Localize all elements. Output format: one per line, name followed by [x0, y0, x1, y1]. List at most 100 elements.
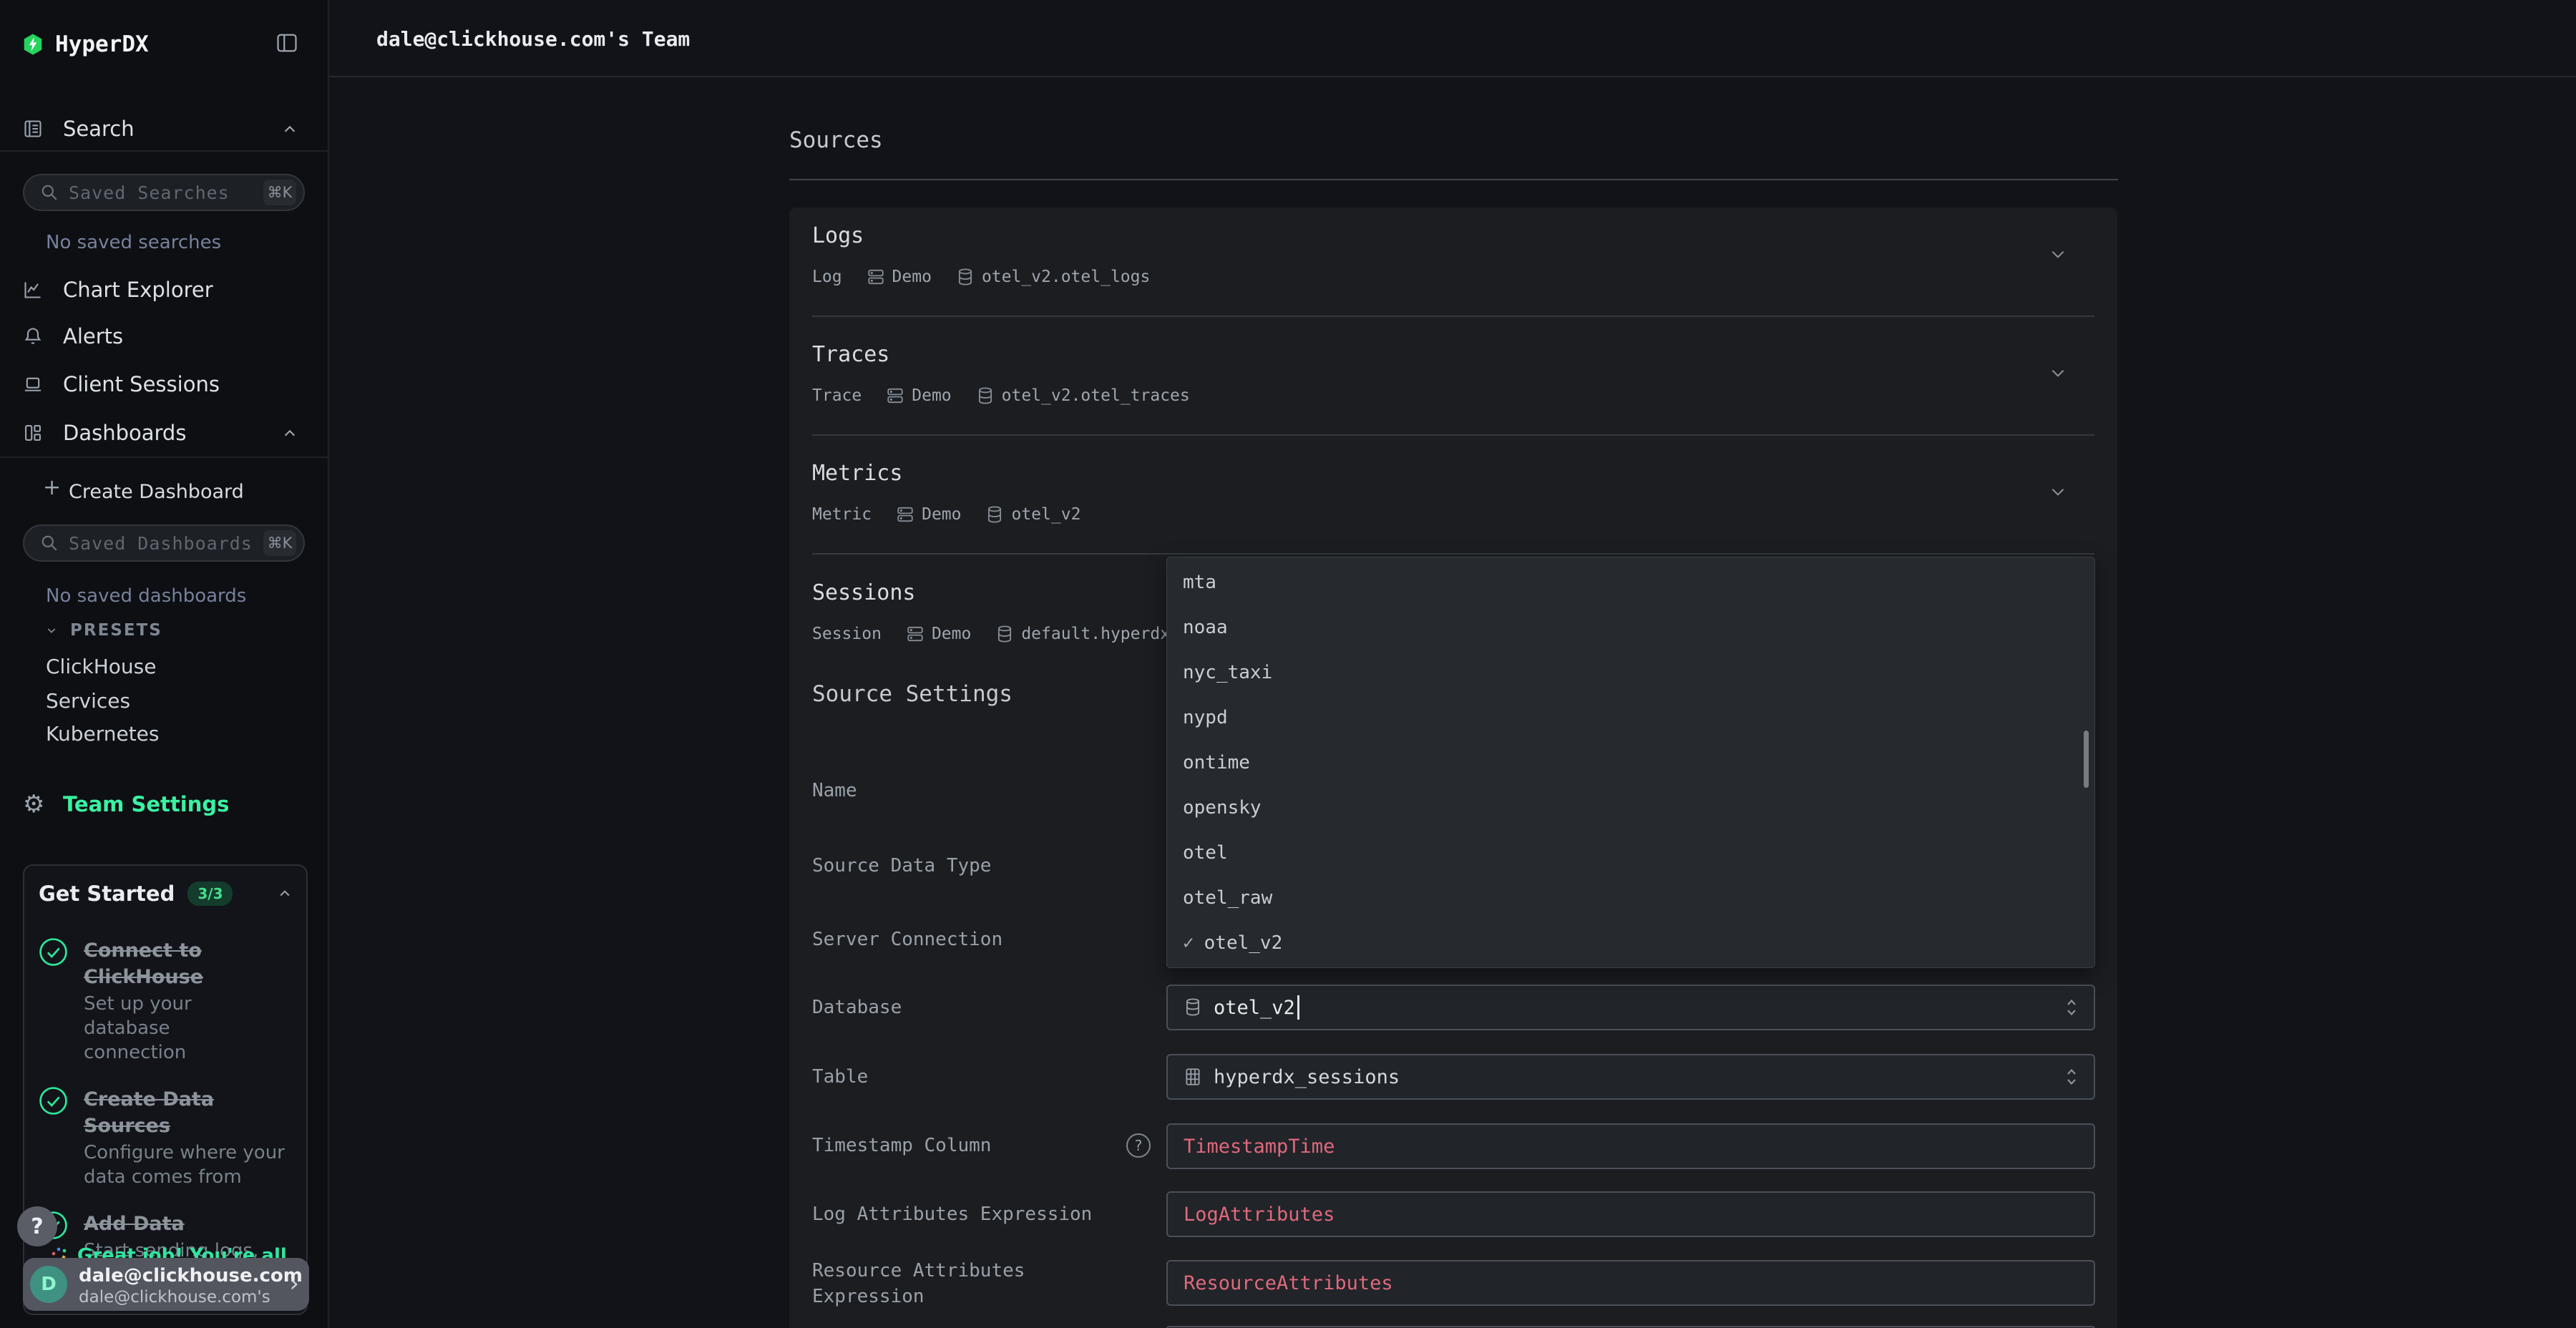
section-meta-logs[interactable]: Log Demo otel_v2.otel_logs [812, 268, 1150, 286]
help-button[interactable]: ? [17, 1206, 57, 1246]
sidebar-item-label: Alerts [63, 324, 123, 348]
sidebar-item-team-settings[interactable]: ⚙ Team Settings [0, 784, 329, 824]
plus-icon: + [43, 475, 61, 500]
saved-dashboards-input[interactable]: Saved Dashboards ⌘K [23, 524, 305, 562]
divider [812, 316, 2094, 317]
dropdown-option-otel-v2-selected[interactable]: ✓ otel_v2 [1167, 920, 2094, 965]
question-mark: ? [31, 1214, 43, 1239]
laptop-icon [23, 374, 43, 394]
server-icon [886, 386, 904, 405]
label-database: Database [812, 995, 902, 1020]
label-source-data-type: Source Data Type [812, 853, 991, 879]
search-icon [40, 183, 59, 202]
section-meta-traces[interactable]: Trace Demo otel_v2.otel_traces [812, 386, 1190, 405]
sidebar-item-dashboards[interactable]: Dashboards [0, 413, 329, 453]
dropdown-option-otel[interactable]: otel [1167, 830, 2094, 875]
search-list-icon [23, 119, 43, 139]
dropdown-scrollbar-thumb[interactable] [2084, 731, 2089, 788]
saved-searches-input[interactable]: Saved Searches ⌘K [23, 174, 305, 211]
chevron-down-icon[interactable] [2049, 245, 2067, 263]
get-started-item-title: Connect to ClickHouse [84, 937, 277, 990]
no-saved-searches-text: No saved searches [46, 232, 221, 253]
option-label: otel_raw [1183, 887, 1272, 909]
check-circle-icon [39, 937, 68, 1065]
team-settings-label: Team Settings [63, 792, 229, 816]
avatar: D [30, 1266, 67, 1303]
sidebar-item-search[interactable]: Search [0, 109, 329, 149]
teaser-text: Great job! You're all set! [77, 1245, 293, 1258]
sidebar-item-alerts[interactable]: Alerts [0, 316, 329, 356]
chevron-up-icon[interactable] [278, 887, 292, 901]
section-meta-metrics[interactable]: Metric Demo otel_v2 [812, 505, 1080, 524]
divider [812, 434, 2094, 436]
option-label: otel_v2 [1204, 932, 1283, 954]
section-meta-sessions[interactable]: Session Demo default.hyperdx_s [812, 625, 1166, 643]
table-name: default.hyperdx_s [1021, 625, 1166, 643]
chevron-up-icon[interactable] [282, 122, 298, 137]
table-name: otel_v2.otel_logs [982, 268, 1150, 286]
table-select[interactable]: hyperdx_sessions [1166, 1054, 2095, 1100]
preset-clickhouse[interactable]: ClickHouse [46, 655, 156, 678]
label-table: Table [812, 1064, 868, 1090]
get-started-title: Get Started [39, 882, 175, 906]
preset-kubernetes[interactable]: Kubernetes [46, 722, 160, 746]
dropdown-option-noaa[interactable]: noaa [1167, 605, 2094, 650]
preset-services[interactable]: Services [46, 689, 130, 713]
table-value: hyperdx_sessions [1214, 1066, 1400, 1088]
divider [0, 150, 329, 152]
dropdown-option-otel-raw[interactable]: otel_raw [1167, 875, 2094, 920]
chevron-up-icon[interactable] [282, 426, 298, 441]
resource-attributes-input[interactable]: ResourceAttributes [1166, 1260, 2095, 1306]
source-type: Log [812, 268, 842, 286]
no-saved-dashboards-text: No saved dashboards [46, 585, 246, 607]
get-started-item-title: Create Data Sources [84, 1086, 291, 1139]
chevron-down-icon [46, 625, 57, 636]
presets-toggle[interactable]: PRESETS [46, 621, 162, 640]
log-attributes-input[interactable]: LogAttributes [1166, 1191, 2095, 1237]
user-menu[interactable]: D dale@clickhouse.com dale@clickhouse.co… [23, 1258, 309, 1311]
source-settings-title: Source Settings [812, 681, 1013, 707]
shortcut-badge: ⌘K [263, 530, 296, 556]
get-started-item-title: Add Data [84, 1211, 284, 1237]
text-cursor [1297, 995, 1299, 1020]
party-emoji-icon [50, 1245, 70, 1258]
saved-searches-placeholder: Saved Searches [69, 182, 230, 203]
timestamp-help-icon[interactable]: ? [1126, 1133, 1151, 1158]
divider [812, 553, 2094, 555]
option-label: mta [1183, 572, 1216, 593]
server-icon [896, 505, 914, 524]
chevron-down-icon[interactable] [2049, 482, 2067, 501]
label-log-attributes: Log Attributes Expression [812, 1201, 1092, 1227]
get-started-item-sources[interactable]: Create Data Sources Configure where your… [39, 1086, 292, 1189]
dropdown-option-nyc-taxi[interactable]: nyc_taxi [1167, 650, 2094, 695]
server-icon [867, 268, 885, 286]
table-icon [1184, 1067, 1202, 1087]
get-started-header[interactable]: Get Started 3/3 [39, 882, 292, 906]
option-label: nypd [1183, 707, 1228, 728]
option-label: opensky [1183, 797, 1262, 819]
dropdown-option-mta[interactable]: mta [1167, 560, 2094, 605]
saved-dashboards-placeholder: Saved Dashboards [69, 533, 253, 554]
chevron-down-icon[interactable] [2049, 363, 2067, 382]
user-email: dale@clickhouse.com [79, 1265, 303, 1286]
get-started-item-connect[interactable]: Connect to ClickHouse Set up your databa… [39, 937, 292, 1065]
database-dropdown: mta noaa nyc_taxi nypd ontime opensky ot… [1166, 557, 2095, 968]
connection-name: Demo [912, 386, 951, 405]
team-title: dale@clickhouse.com's Team [376, 27, 690, 51]
sidebar-item-client-sessions[interactable]: Client Sessions [0, 364, 329, 404]
dropdown-option-nypd[interactable]: nypd [1167, 695, 2094, 740]
table-name: otel_v2.otel_traces [1002, 386, 1190, 405]
app-title: HyperDX [55, 31, 149, 57]
log-attributes-value: LogAttributes [1184, 1204, 1335, 1226]
check-icon: ✓ [1183, 932, 1194, 954]
dropdown-option-opensky[interactable]: opensky [1167, 785, 2094, 830]
sidebar: HyperDX Search Saved Searches ⌘K No save… [0, 0, 329, 1328]
dropdown-option-ontime[interactable]: ontime [1167, 740, 2094, 785]
timestamp-column-input[interactable]: TimestampTime [1166, 1123, 2095, 1169]
bell-icon [23, 326, 43, 346]
section-title-logs: Logs [812, 223, 864, 248]
collapse-sidebar-icon[interactable] [276, 33, 298, 53]
database-select[interactable]: otel_v2 [1166, 985, 2095, 1030]
sidebar-item-chart-explorer[interactable]: Chart Explorer [0, 270, 329, 310]
create-dashboard-button[interactable]: + Create Dashboard [0, 471, 329, 511]
